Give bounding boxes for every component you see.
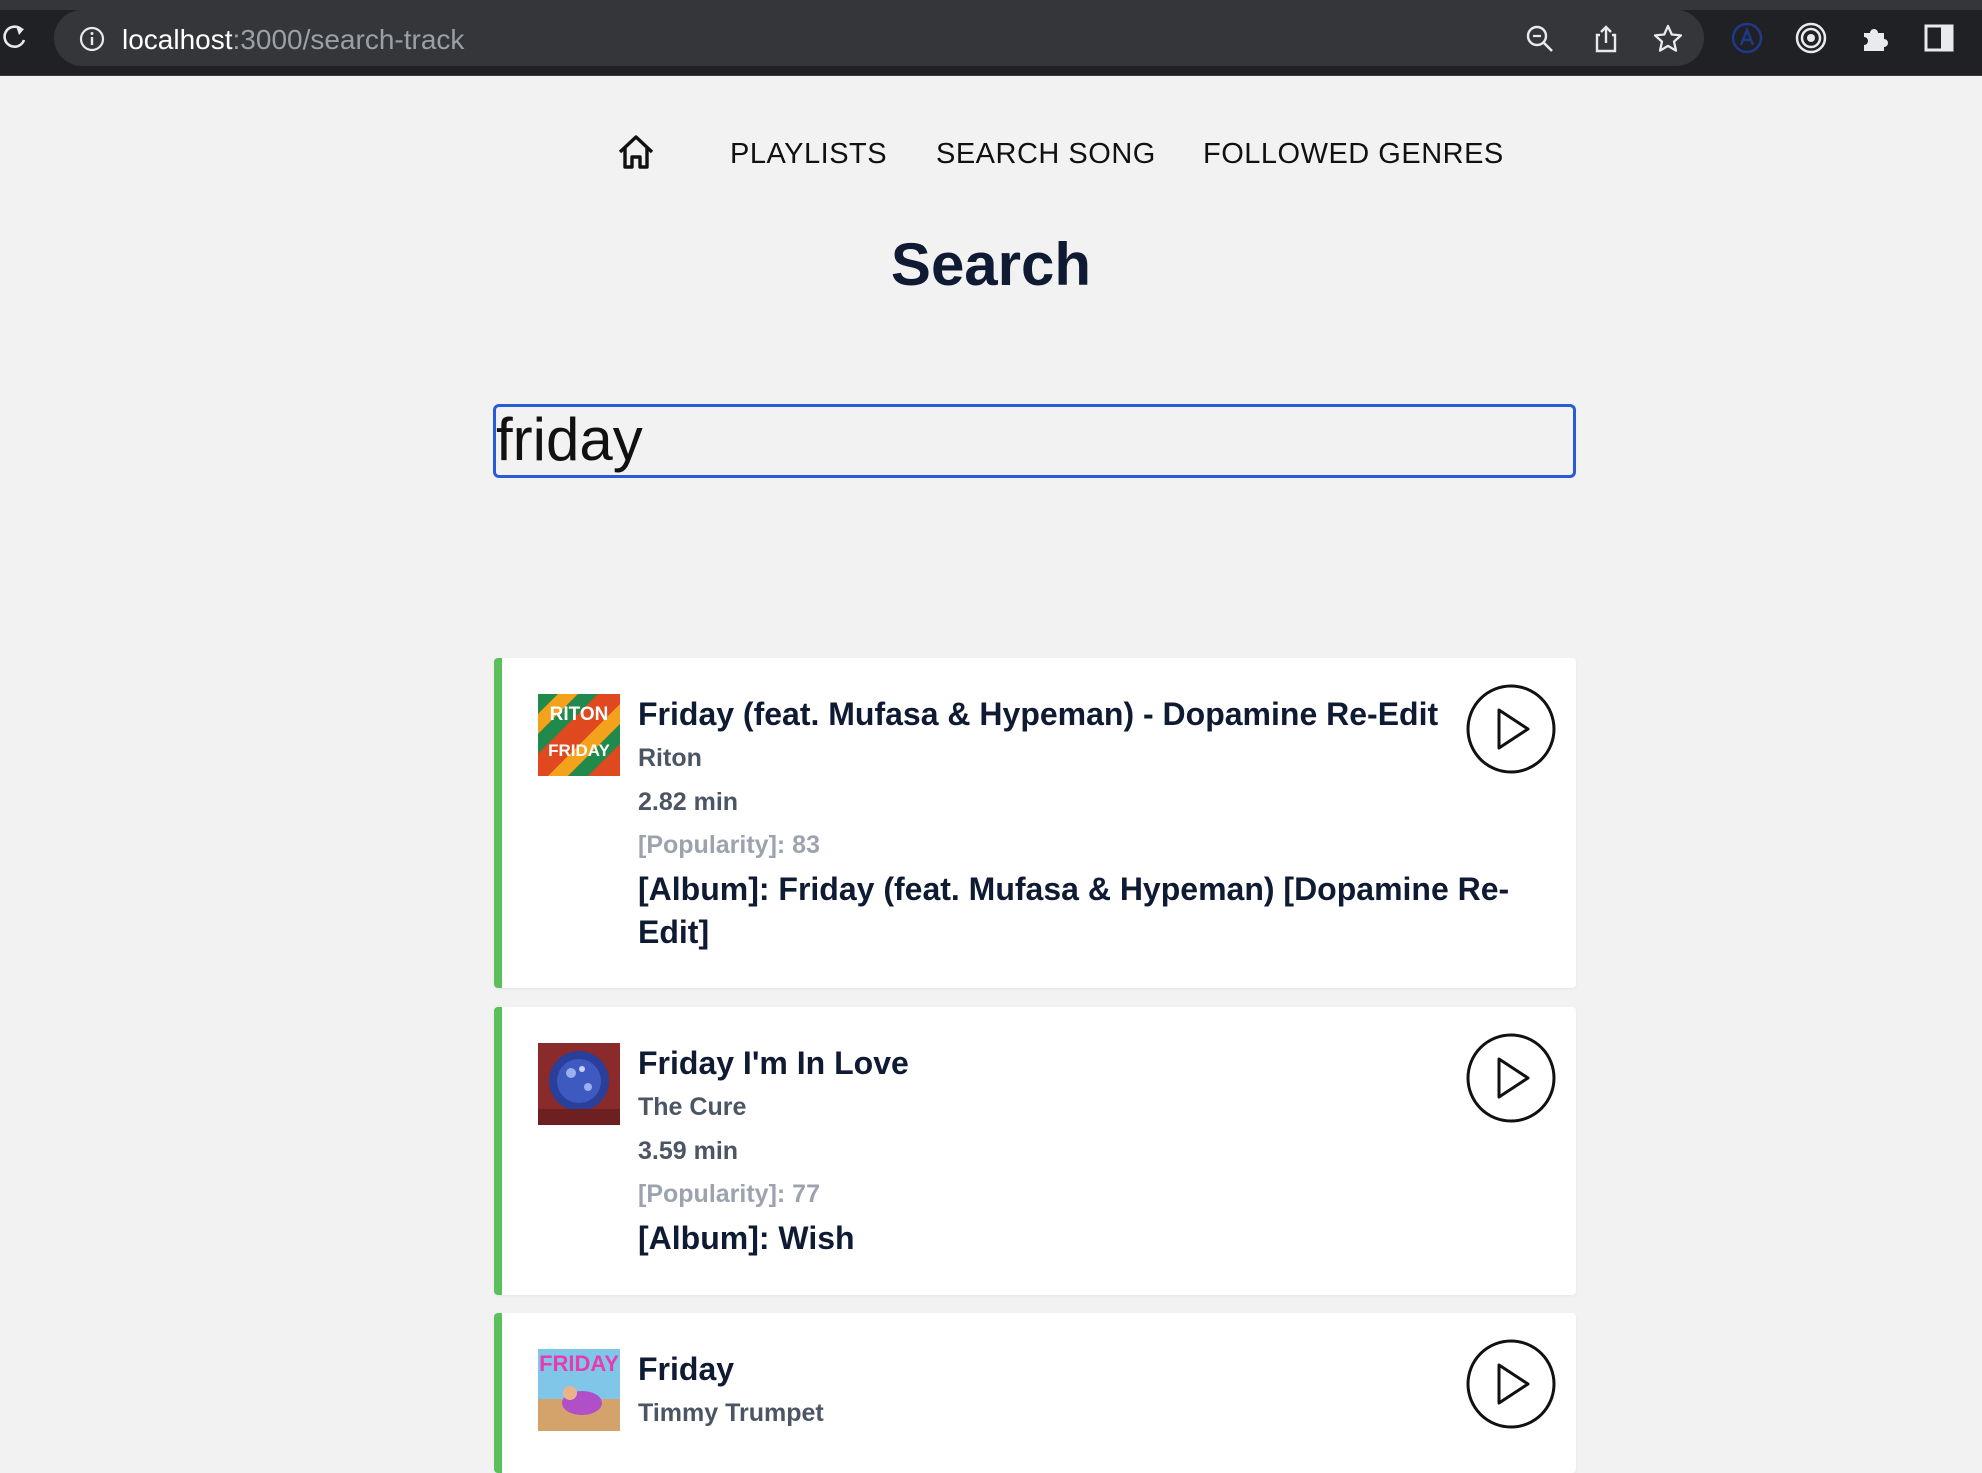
play-icon bbox=[1497, 708, 1530, 750]
puzzle-extensions-icon[interactable] bbox=[1858, 21, 1892, 55]
url-host: localhost bbox=[122, 24, 233, 55]
album-cover bbox=[538, 1043, 620, 1125]
track-duration: 2.82 min bbox=[638, 788, 739, 816]
cover-text-top: RITON bbox=[550, 704, 609, 725]
main-nav: PLAYLISTS SEARCH SONG FOLLOWED GENRES bbox=[0, 128, 1982, 184]
url-text[interactable]: localhost:3000/search-track bbox=[122, 24, 464, 56]
play-icon bbox=[1497, 1363, 1530, 1405]
track-title: Friday I'm In Love bbox=[638, 1045, 909, 1081]
browser-toolbar: localhost:3000/search-track bbox=[0, 0, 1982, 76]
track-album: [Album]: Wish bbox=[638, 1220, 855, 1256]
play-button[interactable] bbox=[1466, 1033, 1556, 1123]
track-title: Friday bbox=[638, 1351, 735, 1387]
url-path: :3000/search-track bbox=[232, 24, 465, 55]
share-icon[interactable] bbox=[1590, 23, 1622, 55]
bookmark-star-icon[interactable] bbox=[1652, 23, 1684, 55]
album-cover-art: RITON FRIDAY bbox=[538, 694, 620, 776]
album-cover-art: FRIDAY bbox=[538, 1349, 620, 1431]
track-card: RITON FRIDAY Friday (feat. Mufasa & Hype… bbox=[494, 658, 1576, 988]
search-input[interactable] bbox=[493, 404, 1576, 478]
track-artist: Riton bbox=[638, 744, 702, 772]
extension-a-icon[interactable] bbox=[1730, 21, 1764, 55]
track-artist: The Cure bbox=[638, 1093, 747, 1121]
album-cover-art bbox=[538, 1043, 620, 1125]
album-cover: RITON FRIDAY bbox=[538, 694, 620, 776]
cover-text-top: FRIDAY bbox=[539, 1351, 619, 1376]
tab-strip bbox=[0, 0, 1982, 10]
track-duration: 3.59 min bbox=[638, 1137, 739, 1165]
nav-search-song[interactable]: SEARCH SONG bbox=[936, 138, 1156, 171]
nav-followed-genres[interactable]: FOLLOWED GENRES bbox=[1203, 138, 1504, 171]
zoom-icon[interactable] bbox=[1524, 23, 1556, 55]
reload-icon[interactable] bbox=[0, 22, 30, 52]
track-card: Friday I'm In Love The Cure 3.59 min [Po… bbox=[494, 1007, 1576, 1295]
track-title: Friday (feat. Mufasa & Hypeman) - Dopami… bbox=[638, 696, 1439, 732]
side-panel-icon[interactable] bbox=[1922, 21, 1956, 55]
info-icon[interactable] bbox=[78, 25, 106, 53]
home-icon[interactable] bbox=[614, 130, 658, 174]
album-cover: FRIDAY bbox=[538, 1349, 620, 1431]
track-card: FRIDAY Friday Timmy Trumpet bbox=[494, 1313, 1576, 1473]
nav-playlists[interactable]: PLAYLISTS bbox=[730, 138, 887, 171]
play-button[interactable] bbox=[1466, 684, 1556, 774]
track-popularity: [Popularity]: 83 bbox=[638, 831, 820, 859]
play-icon bbox=[1497, 1057, 1530, 1099]
address-bar[interactable]: localhost:3000/search-track bbox=[54, 10, 1704, 66]
track-album: [Album]: Friday (feat. Mufasa & Hypeman)… bbox=[638, 871, 1510, 950]
target-extension-icon[interactable] bbox=[1794, 21, 1828, 55]
page-title: Search bbox=[890, 231, 1092, 298]
cover-text-bottom: FRIDAY bbox=[548, 741, 610, 760]
play-button[interactable] bbox=[1466, 1339, 1556, 1429]
track-popularity: [Popularity]: 77 bbox=[638, 1180, 820, 1208]
